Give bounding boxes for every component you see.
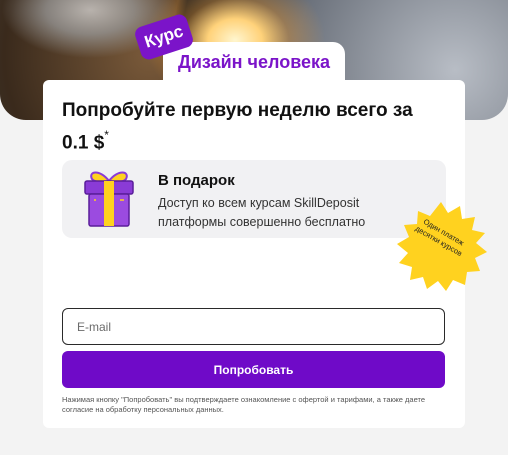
course-title: Дизайн человека xyxy=(178,52,331,72)
offer-headline: Попробуйте первую неделю всего за 0.1 $* xyxy=(62,97,442,156)
gift-title: В подарок xyxy=(158,172,235,189)
gift-description: Доступ ко всем курсам SkillDeposit платф… xyxy=(158,196,366,229)
try-button[interactable]: Попробовать xyxy=(62,351,445,388)
email-field[interactable] xyxy=(62,308,445,345)
offer-footnote-marker: * xyxy=(104,128,109,142)
legal-disclaimer: Нажимая кнопку "Попробовать" вы подтверж… xyxy=(62,395,426,414)
offer-headline-text: Попробуйте первую неделю всего за 0.1 $ xyxy=(62,100,413,154)
gift-icon xyxy=(84,171,134,227)
